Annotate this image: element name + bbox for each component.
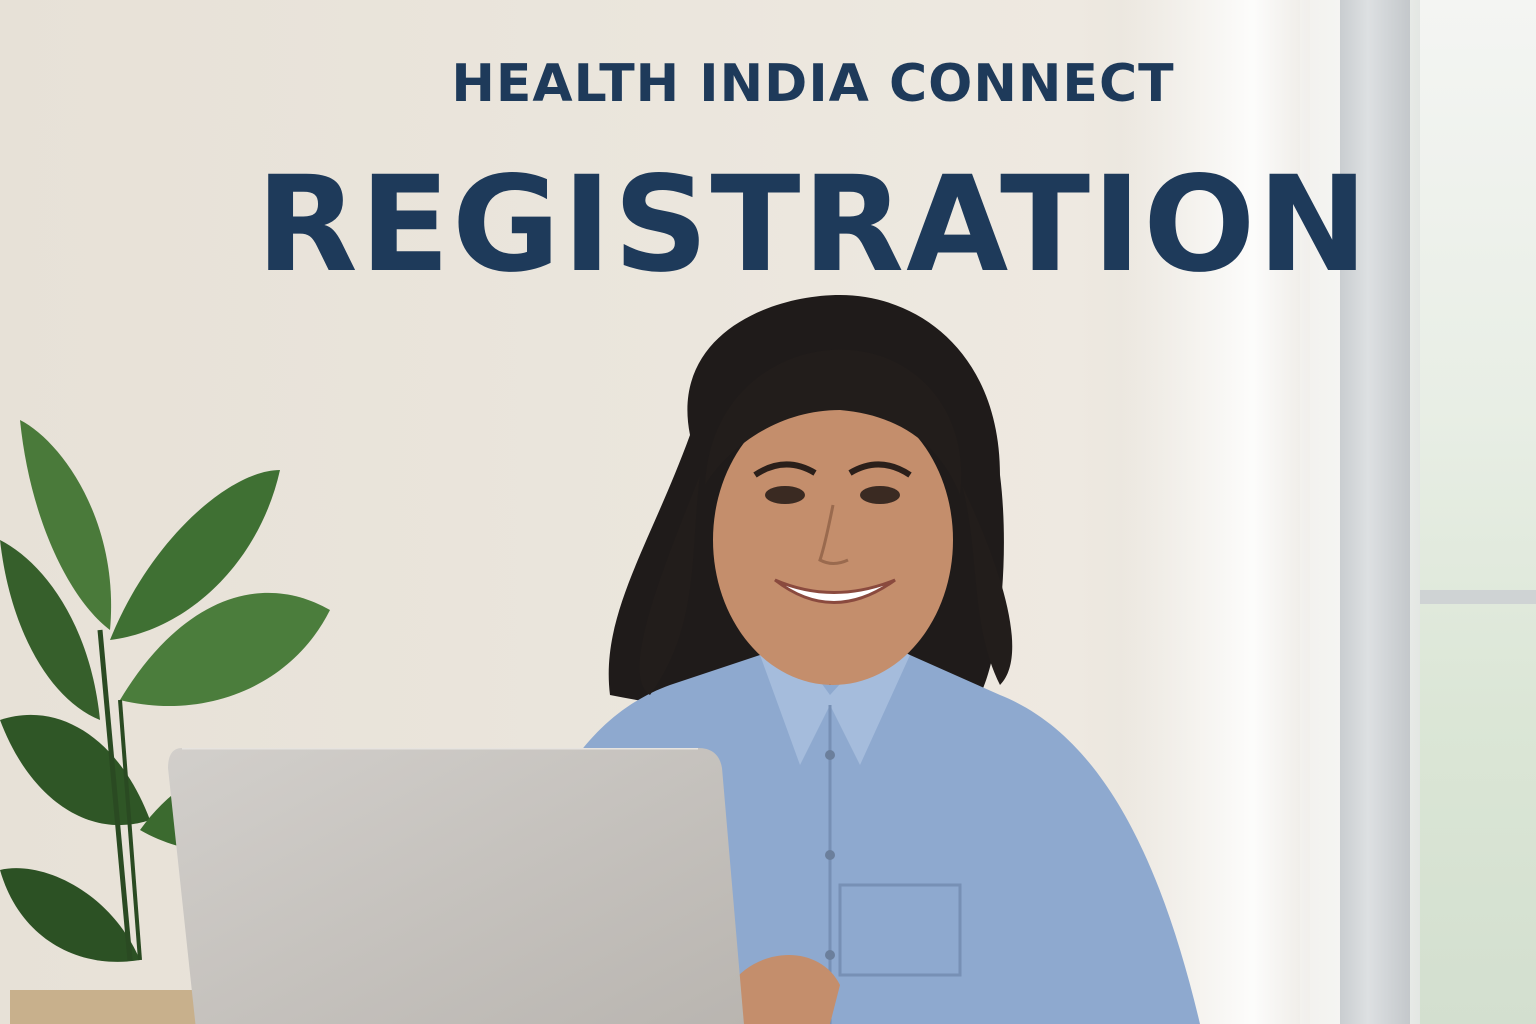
photo-scene: HEALTH INDIA CONNECT REGISTRATION — [0, 0, 1536, 1024]
brand-title: HEALTH INDIA CONNECT — [451, 54, 1175, 114]
laptop — [168, 748, 744, 1024]
window-mullion — [1420, 590, 1536, 604]
page-title: REGISTRATION — [256, 148, 1370, 302]
